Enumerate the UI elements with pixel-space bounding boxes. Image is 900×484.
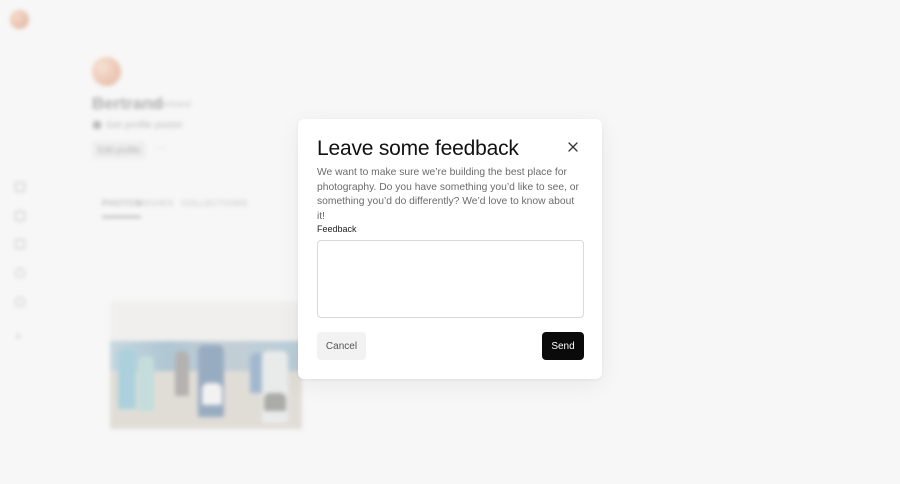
close-icon[interactable] (565, 139, 581, 155)
layout-icon[interactable] (15, 211, 25, 221)
modal-description: We want to make sure we’re building the … (317, 167, 579, 222)
feedback-label: Feedback (317, 224, 357, 234)
info-icon[interactable] (15, 268, 25, 278)
tab-collections[interactable]: COLLECTIONS (181, 198, 248, 208)
home-icon[interactable] (15, 182, 25, 192)
feedback-textarea[interactable] (317, 240, 584, 318)
plus-icon[interactable]: + (15, 331, 21, 343)
profile-handle: @bertrand (148, 99, 191, 109)
tab-photos[interactable]: PHOTOS (102, 198, 142, 218)
app-logo[interactable] (10, 10, 29, 29)
photo-thumbnail[interactable] (110, 301, 302, 429)
send-button[interactable]: Send (542, 332, 584, 360)
cancel-button[interactable]: Cancel (317, 332, 366, 360)
profile-avatar (92, 57, 121, 86)
tag-icon[interactable] (15, 239, 25, 249)
search-icon[interactable] (15, 297, 25, 307)
more-options-icon[interactable]: ··· (155, 142, 166, 154)
edit-profile-button[interactable]: Edit profile (92, 141, 146, 159)
profile-poster-link[interactable]: Get profile poster (106, 120, 183, 131)
poster-icon (93, 121, 101, 129)
feedback-modal: Leave some feedback We want to make sure… (298, 119, 602, 379)
modal-title: Leave some feedback (317, 137, 519, 160)
tab-movies[interactable]: MOVIES (137, 198, 174, 208)
